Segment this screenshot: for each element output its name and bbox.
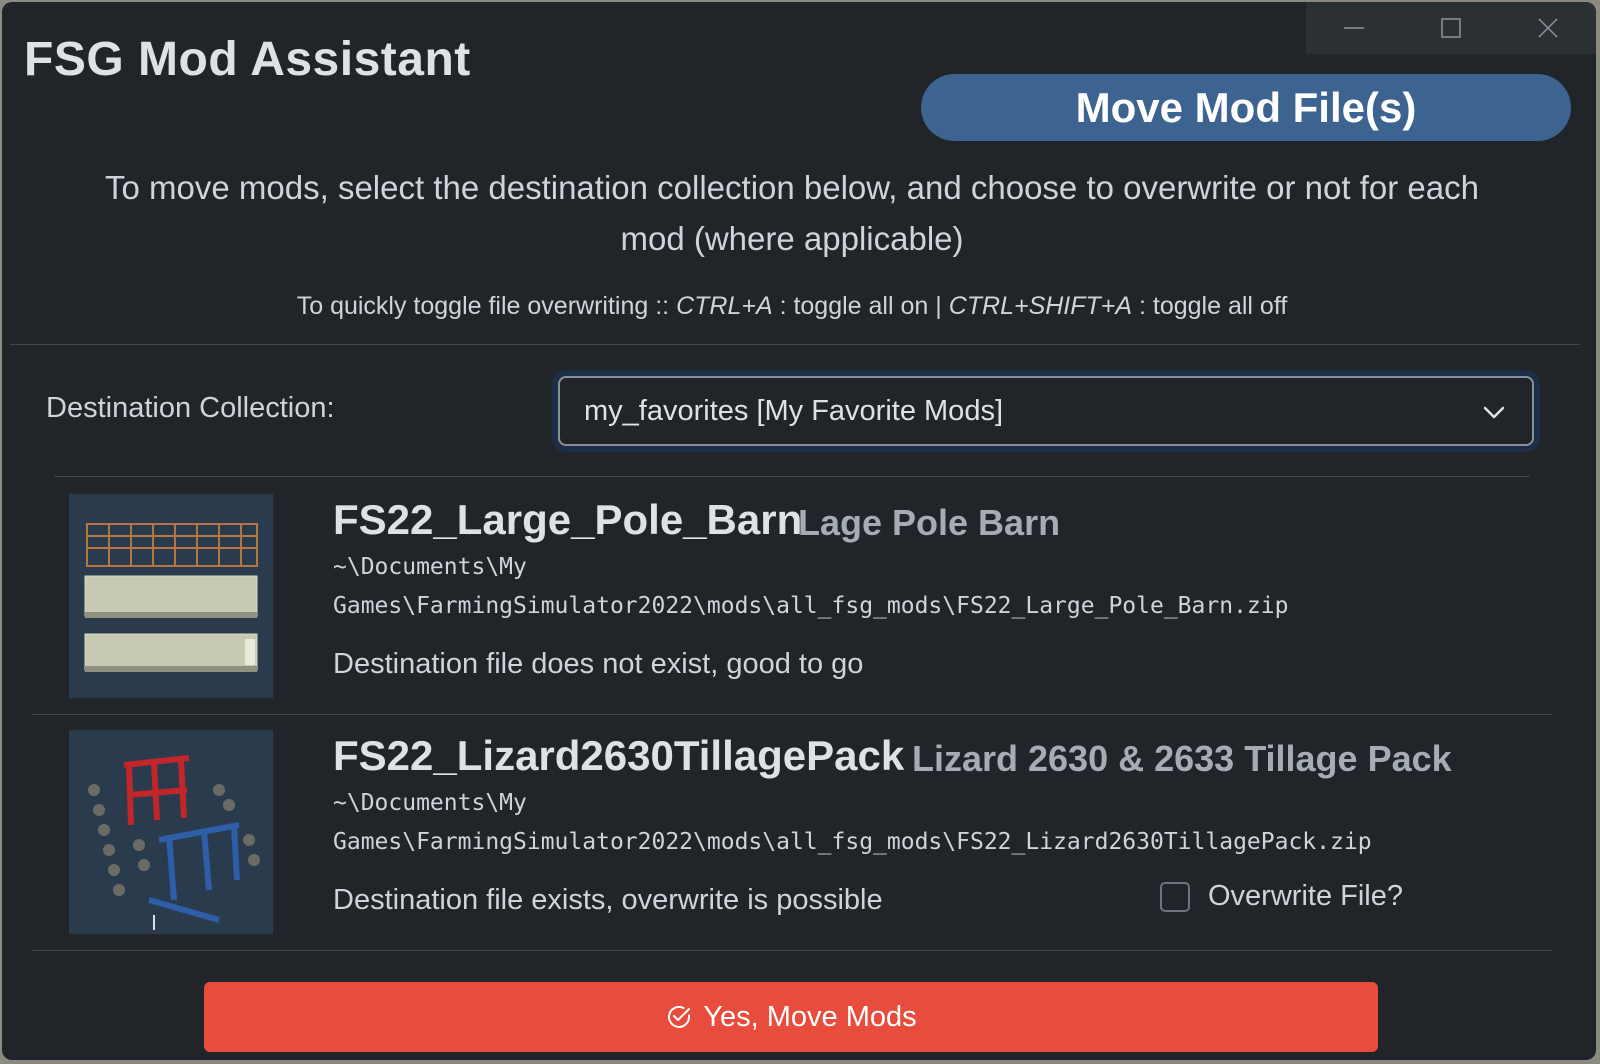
mod-status: Destination file exists, overwrite is po… <box>333 884 883 916</box>
row-divider <box>32 950 1552 951</box>
app-window: FSG Mod Assistant Move Mod File(s) To mo… <box>2 2 1596 1060</box>
page-title: Move Mod File(s) <box>921 74 1571 141</box>
hint-suffix: : toggle all off <box>1132 292 1288 320</box>
list-top-divider <box>54 476 1530 477</box>
mod-path: ~\Documents\My Games\FarmingSimulator202… <box>333 784 1372 862</box>
shortcut-hint: To quickly toggle file overwriting :: CT… <box>82 292 1502 321</box>
mod-path-line2: Games\FarmingSimulator2022\mods\all_fsg_… <box>333 593 1289 619</box>
mod-title: Lage Pole Barn <box>798 502 1061 543</box>
destination-selected-value: my_favorites [My Favorite Mods] <box>584 394 1003 427</box>
mod-path-line2: Games\FarmingSimulator2022\mods\all_fsg_… <box>333 829 1372 855</box>
tillage-pack-thumbnail <box>69 730 273 934</box>
mod-row: FS22_Large_Pole_Barn Lage Pole Barn ~\Do… <box>32 478 1552 714</box>
maximize-icon <box>1441 18 1461 38</box>
mod-path: ~\Documents\My Games\FarmingSimulator202… <box>333 548 1288 626</box>
confirm-move-button[interactable]: Yes, Move Mods <box>204 982 1378 1052</box>
destination-select[interactable]: my_favorites [My Favorite Mods] <box>558 376 1534 446</box>
hint-key-off: CTRL+SHIFT+A <box>948 292 1133 320</box>
mod-name: FS22_Lizard2630TillagePack <box>333 732 905 779</box>
mod-name: FS22_Large_Pole_Barn <box>333 496 803 543</box>
mod-path-line1: ~\Documents\My <box>333 554 527 580</box>
confirm-move-label: Yes, Move Mods <box>703 1000 917 1033</box>
mod-row: FS22_Lizard2630TillagePack Lizard 2630 &… <box>32 714 1552 950</box>
minimize-icon <box>1344 27 1365 29</box>
window-controls <box>1306 2 1596 54</box>
header-divider <box>10 344 1580 345</box>
close-button[interactable] <box>1499 2 1596 54</box>
hint-prefix: To quickly toggle file overwriting :: <box>296 292 677 320</box>
hint-middle: : toggle all on | <box>772 292 949 320</box>
overwrite-checkbox[interactable] <box>1160 881 1190 912</box>
close-icon <box>1538 18 1558 38</box>
instructions-text: To move mods, select the destination col… <box>105 169 1479 257</box>
mod-path-line1: ~\Documents\My <box>333 790 527 816</box>
maximize-button[interactable] <box>1403 2 1500 54</box>
overwrite-label: Overwrite File? <box>1208 880 1403 912</box>
check-circle-icon <box>668 1005 691 1028</box>
chevron-down-icon <box>1483 406 1505 419</box>
overwrite-toggle[interactable]: Overwrite File? <box>1160 880 1403 913</box>
app-title: FSG Mod Assistant <box>24 33 471 86</box>
minimize-button[interactable] <box>1306 2 1403 54</box>
mod-title: Lizard 2630 & 2633 Tillage Pack <box>912 738 1452 779</box>
pole-barn-thumbnail <box>69 494 273 698</box>
hint-key-on: CTRL+A <box>676 292 773 320</box>
mod-status: Destination file does not exist, good to… <box>333 648 864 680</box>
destination-label: Destination Collection: <box>46 392 335 424</box>
